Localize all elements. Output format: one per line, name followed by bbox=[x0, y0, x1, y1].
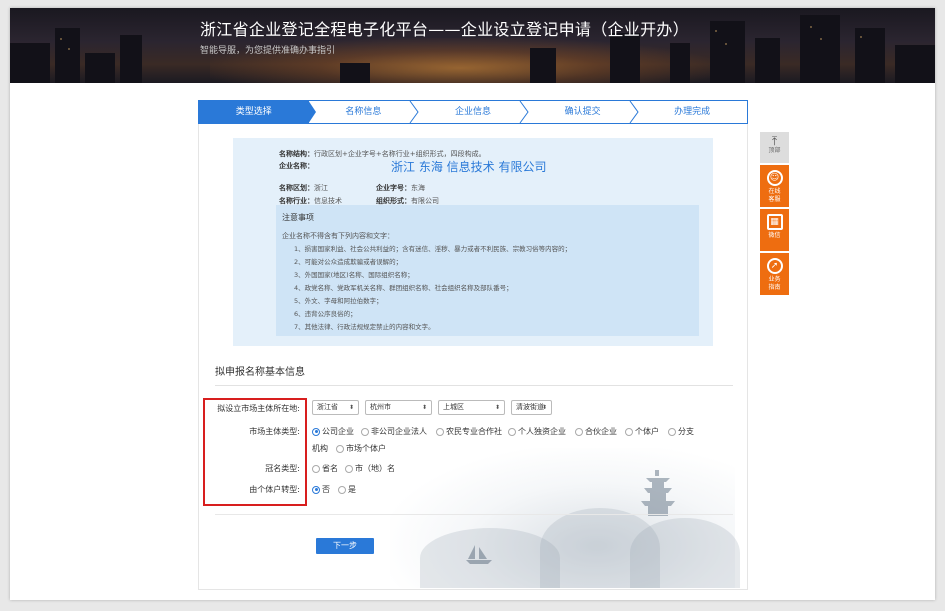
province-select[interactable]: 浙江省 ⬍ bbox=[312, 400, 359, 415]
arrow-up-icon: ⤒ bbox=[771, 134, 778, 148]
radio-icon bbox=[508, 427, 516, 436]
highlight-annotation-box bbox=[203, 398, 307, 506]
notice-item: 7、其他法律、行政法规规定禁止的内容和文字。 bbox=[294, 323, 435, 331]
notice-item: 5、外文、字母和阿拉伯数字； bbox=[294, 297, 383, 305]
page-title: 浙江省企业登记全程电子化平台——企业设立登记申请（企业开办） bbox=[200, 20, 690, 39]
entity-type-market-individual[interactable]: 市场个体户 bbox=[336, 443, 386, 454]
entity-type-individual[interactable]: 个体户 bbox=[625, 426, 659, 437]
compass-icon: ➚ bbox=[766, 258, 783, 274]
section-divider bbox=[215, 385, 733, 386]
entity-type-coop[interactable]: 农民专业合作社 bbox=[436, 426, 502, 437]
notice-item: 4、政党名称、党政军机关名称、群团组织名称、社会组织名称及部队番号； bbox=[294, 284, 513, 292]
notice-item: 1、损害国家利益、社会公共利益的；含有迷信、淫秽、暴力或者不利民族、宗教习俗等内… bbox=[294, 245, 572, 253]
company-name-label: 企业名称： bbox=[279, 162, 314, 170]
caret-updown-icon: ⬍ bbox=[541, 404, 547, 411]
company-name: 浙江 东海 信息技术 有限公司 bbox=[391, 160, 547, 174]
entity-type-branch[interactable]: 分支 bbox=[668, 426, 694, 437]
radio-icon bbox=[625, 427, 633, 436]
next-step-button[interactable]: 下一步 bbox=[316, 538, 374, 554]
notice-title: 注意事项 bbox=[282, 213, 314, 222]
entity-type-branch-wrap: 机构 bbox=[312, 444, 328, 453]
name-region: 名称区划：浙江 bbox=[279, 184, 328, 192]
notice-item: 6、违背公序良俗的； bbox=[294, 310, 357, 318]
entity-type-company[interactable]: 公司企业 bbox=[312, 426, 354, 437]
entity-type-partnership[interactable]: 合伙企业 bbox=[575, 426, 617, 437]
radio-icon bbox=[336, 444, 344, 453]
wechat-button[interactable]: ▦ 微信 bbox=[760, 209, 789, 251]
qrcode-icon: ▦ bbox=[766, 214, 783, 230]
city-select[interactable]: 杭州市 ⬍ bbox=[365, 400, 432, 415]
notice-item: 3、外国国家(地区)名称、国际组织名称； bbox=[294, 271, 414, 279]
convert-yes[interactable]: 是 bbox=[338, 484, 356, 495]
street-select[interactable]: 清波街道 ⬍ bbox=[511, 400, 552, 415]
notice-item: 2、可能对公众造成欺骗或者误解的； bbox=[294, 258, 403, 266]
radio-checked-icon bbox=[312, 427, 320, 436]
business-guide-button[interactable]: ➚ 业务指南 bbox=[760, 253, 789, 295]
radio-icon bbox=[575, 427, 583, 436]
radio-icon bbox=[338, 485, 346, 494]
back-to-top-button[interactable]: ⤒ 顶部 bbox=[760, 132, 789, 163]
radio-icon bbox=[361, 427, 369, 436]
pagoda-icon bbox=[641, 470, 675, 516]
step-separators bbox=[409, 100, 639, 124]
decorative-scenery bbox=[390, 448, 740, 588]
entity-type-non-company[interactable]: 非公司企业法人 bbox=[361, 426, 427, 437]
boat-icon bbox=[466, 545, 492, 564]
radio-checked-icon bbox=[312, 485, 320, 494]
radio-icon bbox=[345, 464, 353, 473]
notice-intro: 企业名称不得含有下列内容和文字： bbox=[282, 232, 394, 240]
page-subtitle: 智能导服，为您提供准确办事指引 bbox=[200, 46, 336, 56]
section-title: 拟申报名称基本信息 bbox=[215, 367, 305, 378]
page-banner: 浙江省企业登记全程电子化平台——企业设立登记申请（企业开办） 智能导服，为您提供… bbox=[10, 8, 935, 83]
radio-icon bbox=[668, 427, 676, 436]
convert-no[interactable]: 否 bbox=[312, 484, 330, 495]
notice-box: 注意事项 企业名称不得含有下列内容和文字： 1、损害国家利益、社会公共利益的；含… bbox=[276, 205, 699, 336]
browser-window: 浙江省企业登记全程电子化平台——企业设立登记申请（企业开办） 智能导服，为您提供… bbox=[10, 8, 935, 600]
form-divider bbox=[215, 514, 733, 515]
radio-icon bbox=[436, 427, 444, 436]
name-brand: 企业字号：东海 bbox=[376, 184, 425, 192]
district-select[interactable]: 上城区 ⬍ bbox=[438, 400, 505, 415]
name-info-panel: 名称结构：行政区划+企业字号+名称行业+组织形式，四段构成。 企业名称： 浙江 … bbox=[233, 138, 713, 346]
caret-updown-icon: ⬍ bbox=[348, 404, 354, 411]
side-toolbar: ⤒ 顶部 ☺ 在线客服 ▦ 微信 ➚ 业务指南 bbox=[760, 132, 789, 297]
crown-type-city[interactable]: 市（地）名 bbox=[345, 463, 395, 474]
online-service-button[interactable]: ☺ 在线客服 bbox=[760, 165, 789, 207]
headset-icon: ☺ bbox=[766, 170, 783, 186]
entity-type-sole[interactable]: 个人独资企业 bbox=[508, 426, 566, 437]
caret-updown-icon: ⬍ bbox=[494, 404, 500, 411]
crown-type-province[interactable]: 省名 bbox=[312, 463, 338, 474]
radio-icon bbox=[312, 464, 320, 473]
caret-updown-icon: ⬍ bbox=[421, 404, 427, 411]
